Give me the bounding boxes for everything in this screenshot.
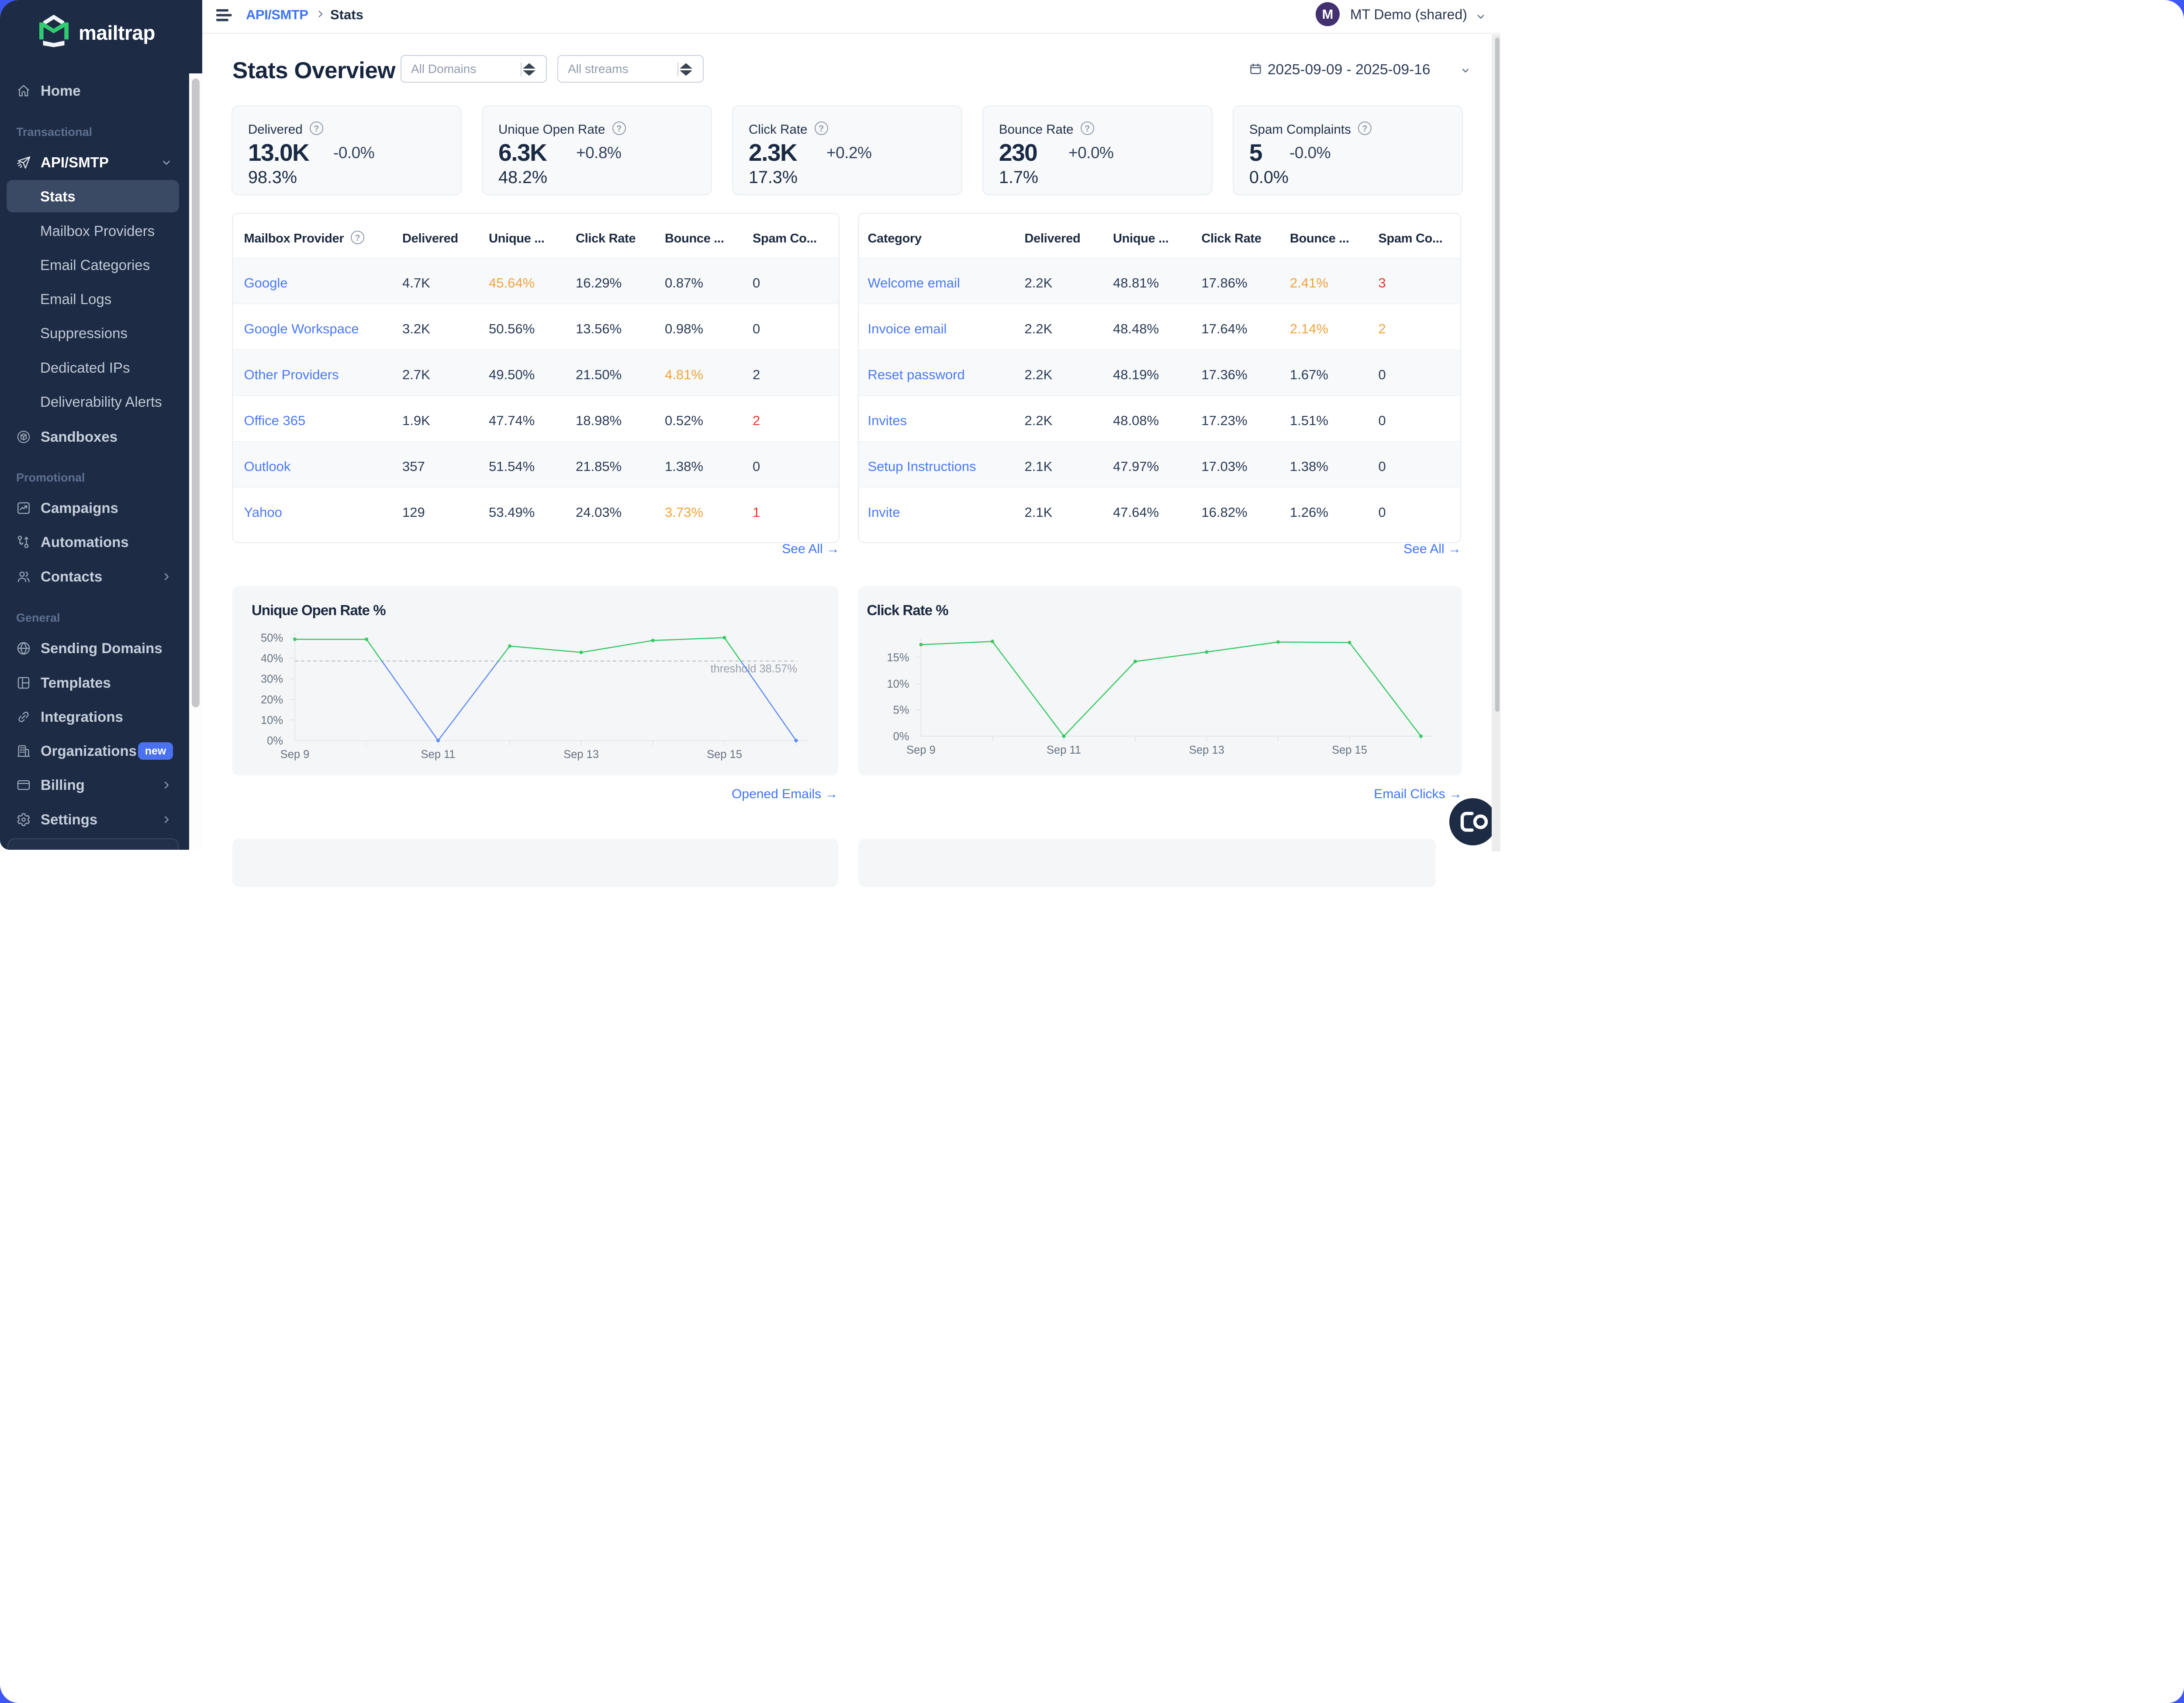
svg-text:Sep 11: Sep 11 bbox=[421, 748, 456, 761]
svg-text:30%: 30% bbox=[261, 673, 283, 685]
svg-text:threshold 38.57%: threshold 38.57% bbox=[711, 663, 797, 675]
svg-text:0%: 0% bbox=[893, 730, 909, 743]
svg-text:15%: 15% bbox=[887, 652, 909, 664]
svg-text:Sep 13: Sep 13 bbox=[1189, 744, 1224, 756]
svg-text:Sep 13: Sep 13 bbox=[563, 748, 599, 761]
svg-text:10%: 10% bbox=[261, 714, 283, 727]
svg-text:0%: 0% bbox=[267, 735, 283, 747]
svg-text:5%: 5% bbox=[893, 704, 909, 717]
svg-text:Sep 9: Sep 9 bbox=[906, 744, 936, 756]
svg-text:50%: 50% bbox=[261, 632, 283, 644]
svg-text:Sep 9: Sep 9 bbox=[280, 748, 310, 761]
svg-text:20%: 20% bbox=[261, 694, 283, 706]
svg-text:Sep 15: Sep 15 bbox=[707, 748, 742, 761]
svg-text:40%: 40% bbox=[261, 653, 283, 665]
svg-text:10%: 10% bbox=[887, 678, 909, 690]
svg-text:Sep 15: Sep 15 bbox=[1332, 744, 1367, 756]
svg-text:Sep 11: Sep 11 bbox=[1047, 744, 1081, 756]
